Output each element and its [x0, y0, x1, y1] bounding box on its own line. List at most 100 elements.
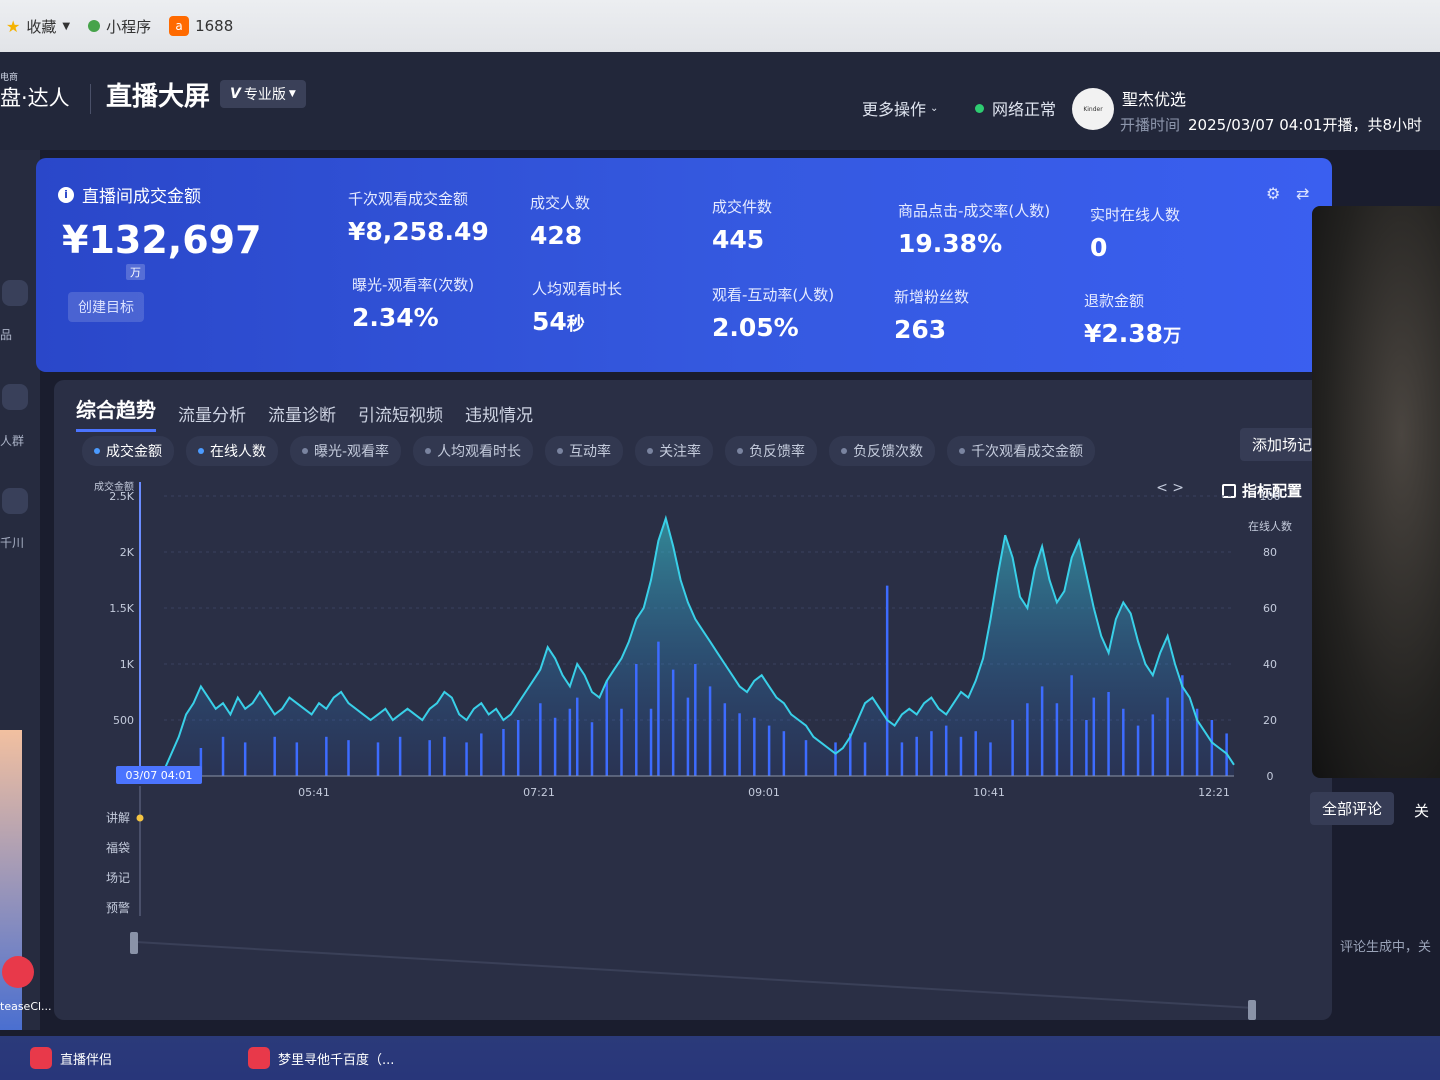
- right-tick-label: 0: [1267, 770, 1274, 783]
- netease-cloud-music-icon[interactable]: [2, 956, 34, 988]
- rail-item-qianchuan[interactable]: 千川: [0, 534, 24, 551]
- chip-gpm[interactable]: 千次观看成交金额: [947, 436, 1096, 466]
- create-goal-button[interactable]: 创建目标: [68, 292, 144, 322]
- slider-handle-end[interactable]: [1248, 1000, 1256, 1020]
- metric-exposure-view-rate: 曝光-观看率(次数) 2.34%: [352, 274, 474, 332]
- chip-negative-feedback-count[interactable]: 负反馈次数: [829, 436, 936, 466]
- metric-chips: 成交金额 在线人数 曝光-观看率 人均观看时长 互动率 关注率 负反馈率 负反馈…: [82, 436, 1096, 466]
- metric-label: 商品点击-成交率(人数): [898, 202, 1051, 220]
- slider-handle-start[interactable]: [130, 932, 138, 954]
- bookmarks-bar: ★ 收藏 ▼ 小程序 a 1688: [0, 0, 1440, 52]
- chip-online-users[interactable]: 在线人数: [186, 436, 278, 466]
- chip-dot-icon: [841, 448, 848, 454]
- right-axis: 100 80 60 40 20 0: [1260, 490, 1281, 783]
- live-companion-icon: [30, 1047, 52, 1069]
- gmv-unit: 万: [126, 264, 145, 280]
- chip-dot-icon: [959, 448, 966, 454]
- left-tick-label: 1.5K: [109, 602, 134, 615]
- right-tick-label: 60: [1263, 602, 1277, 615]
- avatar[interactable]: Kinder: [1072, 88, 1114, 130]
- metric-value: ¥2.38万: [1084, 319, 1181, 348]
- bookmark-favorites[interactable]: ★ 收藏 ▼: [6, 16, 70, 37]
- right-tick-label: 80: [1263, 546, 1277, 559]
- metric-unit: 万: [1163, 326, 1182, 347]
- metric-value: 2.05%: [712, 313, 799, 342]
- follow-tab[interactable]: 关: [1414, 800, 1429, 821]
- x-tick-label: 05:41: [298, 786, 330, 799]
- tab-violations[interactable]: 违规情况: [465, 401, 533, 432]
- status-dot-icon: [975, 103, 984, 113]
- event-timeline: 讲解福袋场记预警: [106, 786, 144, 916]
- chip-label: 负反馈率: [749, 444, 806, 460]
- right-axis-title: 在线人数: [1248, 519, 1292, 533]
- 1688-icon: a: [169, 16, 190, 36]
- chip-label: 成交金额: [106, 444, 162, 460]
- chip-label: 人均观看时长: [437, 444, 522, 460]
- metric-value: 445: [712, 225, 765, 254]
- metric-items-sold: 成交件数 445: [712, 196, 772, 254]
- rail-item-product[interactable]: 品: [0, 326, 12, 343]
- chip-interaction-rate[interactable]: 互动率: [545, 436, 624, 466]
- rail-audience-icon[interactable]: [2, 384, 28, 410]
- tab-short-video[interactable]: 引流短视频: [358, 401, 443, 432]
- left-tick-label: 1K: [120, 658, 135, 671]
- time-range-slider[interactable]: [130, 932, 1260, 1020]
- all-comments-tab[interactable]: 全部评论: [1310, 792, 1395, 825]
- rail-item-audience[interactable]: 人群: [0, 432, 24, 449]
- metric-new-followers: 新增粉丝数 263: [894, 286, 969, 344]
- tab-overall-trend[interactable]: 综合趋势: [76, 394, 156, 432]
- tab-traffic-diagnosis[interactable]: 流量诊断: [268, 401, 336, 432]
- chip-negative-feedback-rate[interactable]: 负反馈率: [725, 436, 818, 466]
- metric-gpm: 千次观看成交金额 ¥8,258.49: [348, 188, 489, 246]
- gear-icon[interactable]: ⚙: [1266, 184, 1290, 208]
- chip-dot-icon: [557, 448, 564, 454]
- metric-avg-watch-time: 人均观看时长 54秒: [532, 278, 622, 336]
- right-tick-label: 40: [1263, 658, 1277, 671]
- bookmark-1688[interactable]: a 1688: [169, 16, 233, 36]
- chip-gmv[interactable]: 成交金额: [82, 436, 174, 466]
- timeline-row-label: 讲解: [106, 810, 130, 825]
- gmv-label: 直播间成交金额: [82, 187, 201, 207]
- chip-dot-icon: [425, 448, 432, 454]
- bookmark-mini-program[interactable]: 小程序: [88, 16, 151, 37]
- metric-value: 2.34%: [352, 303, 439, 332]
- chip-follow-rate[interactable]: 关注率: [635, 436, 714, 466]
- live-time-label: 开播时间: [1120, 116, 1181, 134]
- edition-label: 专业版: [243, 87, 286, 103]
- metric-value: ¥8,258.49: [348, 217, 489, 246]
- chip-dot-icon: [737, 448, 744, 454]
- trend-panel: 综合趋势 流量分析 流量诊断 引流短视频 违规情况 添加场记 成交金额 在线人数…: [54, 380, 1332, 1020]
- shop-name: 聖杰优选: [1122, 90, 1187, 109]
- chip-dot-icon: [647, 448, 654, 454]
- swap-icon[interactable]: ⇄: [1296, 184, 1320, 208]
- taskbar-music[interactable]: 梦里寻他千百度（...: [248, 1047, 394, 1069]
- taskbar: 直播伴侣 梦里寻他千百度（...: [0, 1036, 1440, 1080]
- taskbar-live-companion[interactable]: 直播伴侣: [30, 1047, 112, 1069]
- x-tick-label: 07:21: [523, 786, 555, 799]
- rail-qianchuan-icon[interactable]: [2, 488, 28, 514]
- brand-logo[interactable]: 盘·达人: [0, 82, 70, 112]
- chip-label: 曝光-观看率: [314, 444, 390, 460]
- start-time-label: 03/07 04:01: [126, 769, 193, 782]
- trend-chart[interactable]: 2.5K2K1.5K1K500 100806040200 03/07 04:01…: [94, 476, 1294, 936]
- metric-label: 千次观看成交金额: [348, 190, 469, 208]
- metric-label: 曝光-观看率(次数): [352, 276, 475, 294]
- rail-product-icon[interactable]: [2, 280, 28, 306]
- metric-buyers: 成交人数 428: [530, 192, 590, 250]
- left-axis-title: 成交金额: [94, 480, 134, 493]
- gmv-value: ¥132,697: [62, 218, 262, 262]
- mini-program-icon: [88, 20, 101, 32]
- bookmark-label: 小程序: [106, 17, 152, 36]
- info-icon[interactable]: i: [58, 186, 74, 203]
- desktop-shortcut-label: teaseCl...: [0, 1000, 52, 1013]
- live-preview-video[interactable]: [1312, 206, 1440, 778]
- star-icon: ★: [6, 16, 21, 36]
- tab-traffic-analysis[interactable]: 流量分析: [178, 401, 246, 432]
- edition-dropdown[interactable]: V 专业版 ▼: [220, 80, 306, 108]
- chip-avg-watch-time[interactable]: 人均观看时长: [413, 436, 534, 466]
- chip-exposure-view-rate[interactable]: 曝光-观看率: [290, 436, 402, 466]
- metric-online-users: 实时在线人数 0: [1090, 204, 1180, 262]
- more-operations-menu[interactable]: 更多操作 ⌄: [862, 96, 938, 120]
- chip-label: 千次观看成交金额: [971, 444, 1084, 460]
- chip-dot-icon: [198, 448, 204, 454]
